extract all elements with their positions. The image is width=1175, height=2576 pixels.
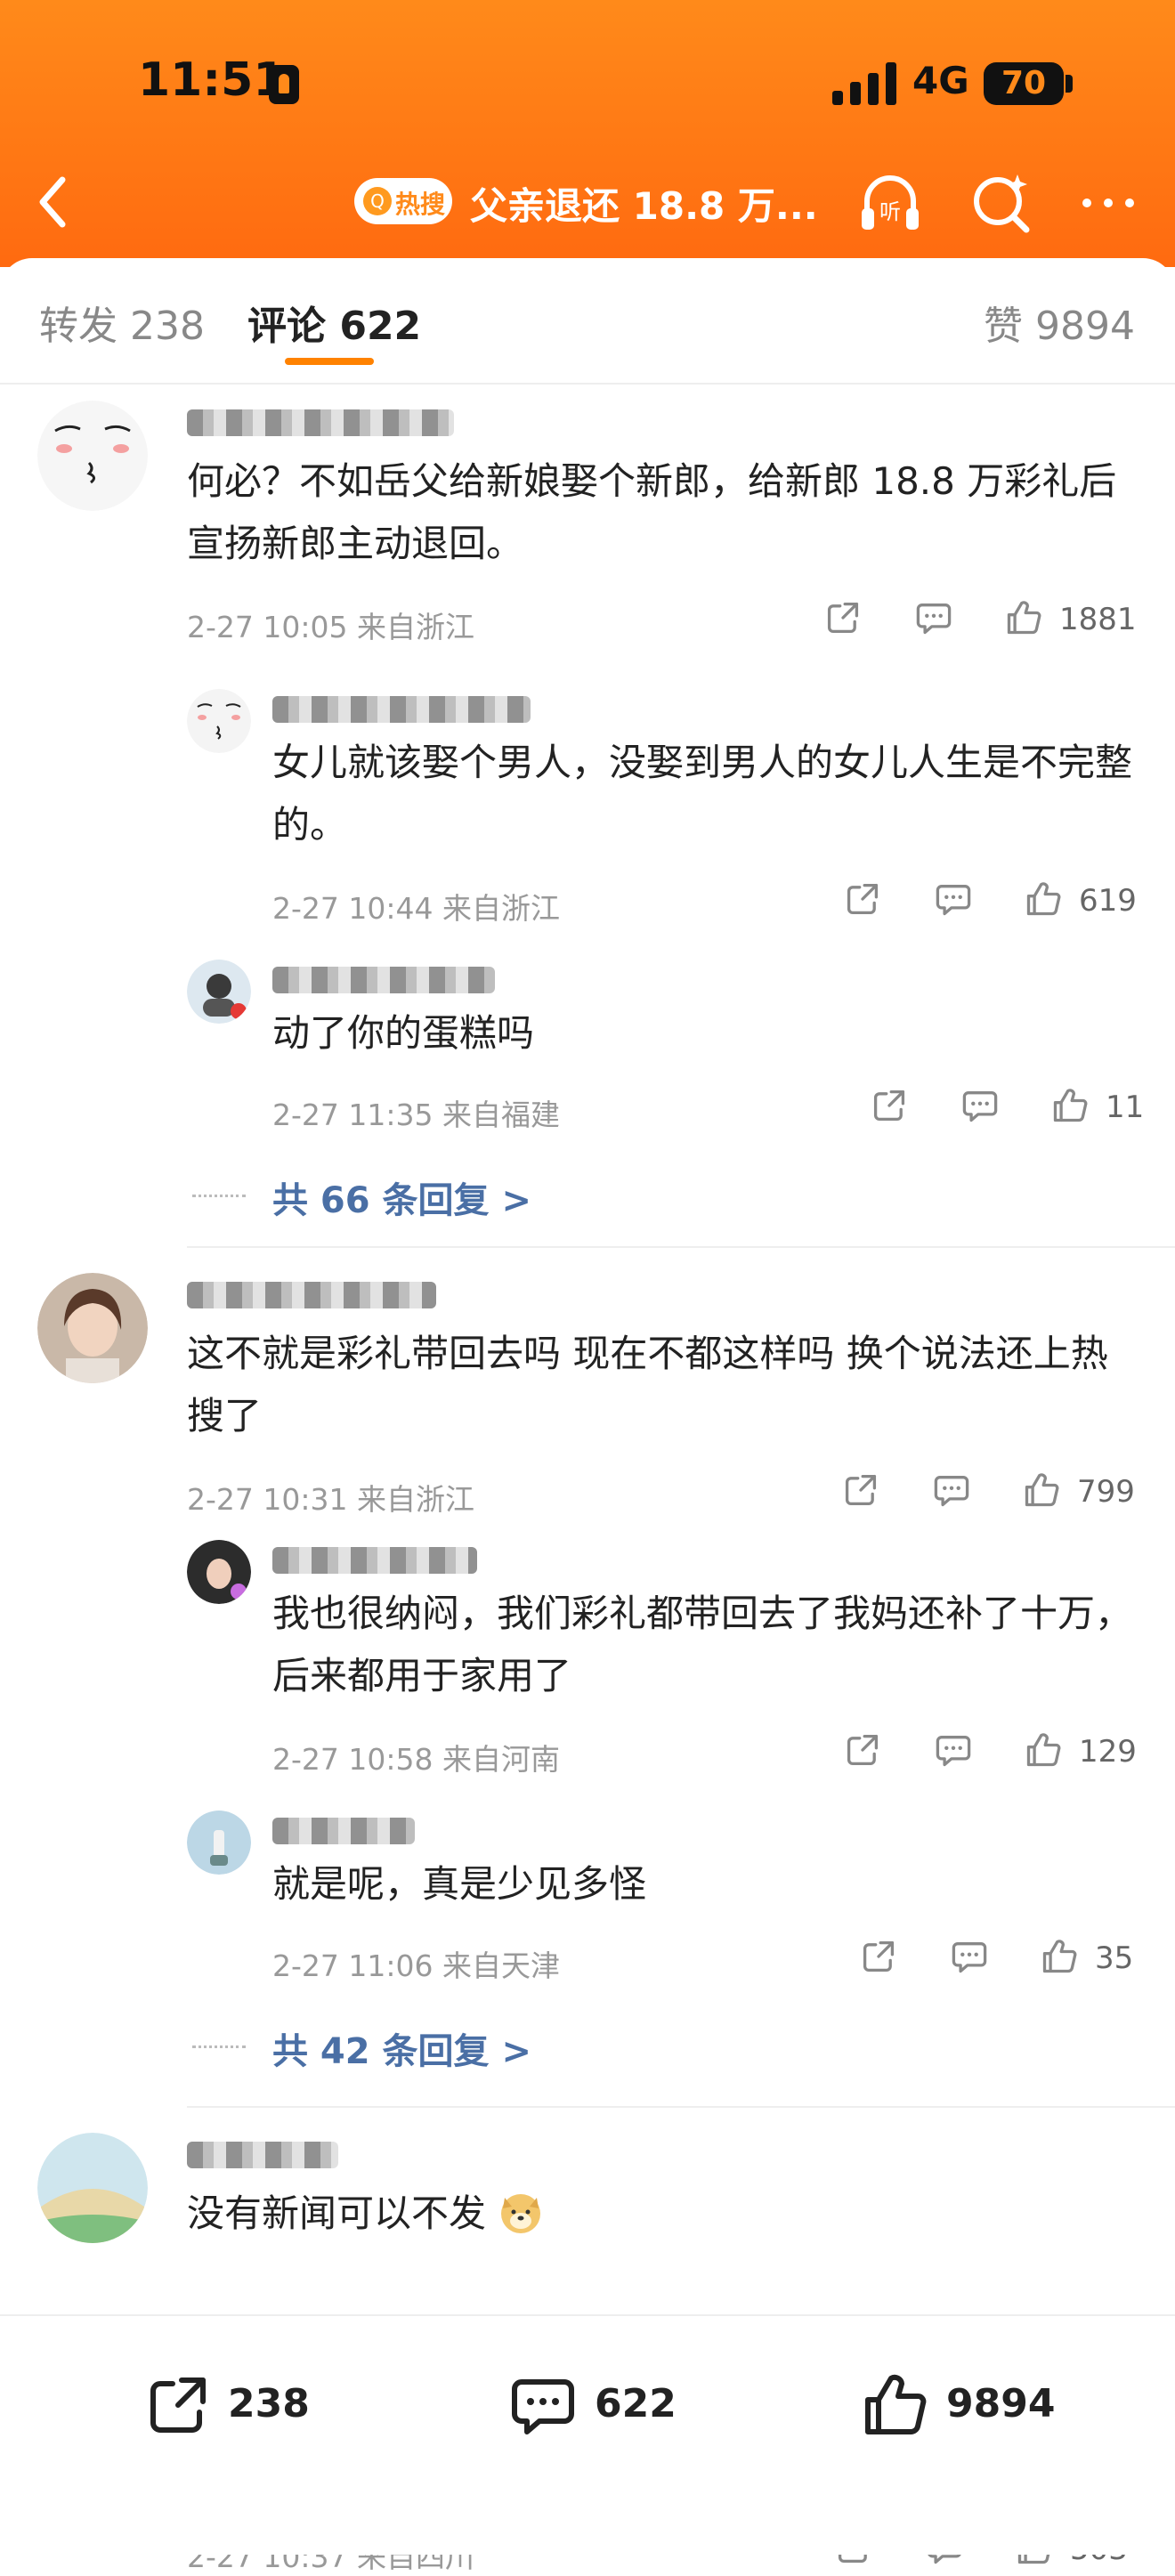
listen-icon[interactable]: 听 bbox=[855, 167, 926, 239]
avatar[interactable] bbox=[37, 401, 148, 511]
reply-username[interactable] bbox=[272, 696, 531, 723]
more-replies-link[interactable]: 共 42 条回复 > bbox=[272, 2022, 531, 2074]
comment-text: 何必？不如岳父给新娘娶个新郎，给新郎 18.8 万彩礼后宣扬新郎主动退回。 bbox=[187, 459, 1117, 565]
orientation-lock-icon bbox=[269, 65, 299, 104]
comment-text: 没有新闻可以不发 bbox=[187, 2183, 1139, 2245]
reply-text: 我也很纳闷，我们彩礼都带回去了我妈还补了十万，后来都用于家用了 bbox=[272, 1592, 1133, 1697]
comment-count: 622 bbox=[595, 2381, 677, 2426]
tab-comments[interactable]: 评论 622 bbox=[247, 294, 421, 351]
active-tab-indicator bbox=[285, 358, 374, 365]
reply-avatar[interactable] bbox=[187, 960, 251, 1024]
reply-text: 女儿就该娶个男人，没娶到男人的女儿人生是不完整的。 bbox=[272, 741, 1133, 847]
tab-likes[interactable]: 赞 9894 bbox=[984, 294, 1135, 351]
share-icon bbox=[142, 2369, 214, 2441]
comment-icon[interactable] bbox=[932, 1470, 971, 1510]
like-icon[interactable] bbox=[1040, 1937, 1079, 1976]
like-count: 35 bbox=[1095, 1940, 1134, 1976]
share-icon[interactable] bbox=[823, 598, 863, 637]
reply-username[interactable] bbox=[272, 1547, 477, 1574]
reply-meta: 2-27 11:06 来自天津 bbox=[272, 1948, 560, 1983]
content-panel: 转发 238 评论 622 赞 9894 何必？不如岳父给新娘娶个新郎，给新郎 … bbox=[0, 258, 1175, 2574]
divider bbox=[187, 1246, 1175, 1248]
like-count: 619 bbox=[1079, 883, 1137, 919]
comment-text: 这不就是彩礼带回去吗 现在不都这样吗 换个说法还上热搜了 bbox=[187, 1332, 1108, 1438]
comment-icon[interactable] bbox=[950, 1937, 989, 1976]
reply-meta: 2-27 11:35 来自福建 bbox=[272, 1098, 560, 1132]
reply-avatar[interactable] bbox=[187, 1810, 251, 1875]
reply-avatar[interactable] bbox=[187, 689, 251, 753]
repost-button[interactable]: 238 bbox=[142, 2365, 320, 2445]
network-type: 4G bbox=[912, 59, 969, 102]
like-icon bbox=[859, 2369, 930, 2441]
like-count: 799 bbox=[1077, 1474, 1135, 1510]
like-count: 9894 bbox=[946, 2381, 1056, 2426]
reply-avatar[interactable] bbox=[187, 1540, 251, 1604]
status-time: 11:51 bbox=[138, 53, 286, 107]
comment-icon[interactable] bbox=[960, 1086, 1000, 1125]
like-icon[interactable] bbox=[1022, 1470, 1061, 1510]
comment-icon[interactable] bbox=[914, 598, 953, 637]
search-icon: Q bbox=[363, 187, 392, 215]
signal-icon bbox=[832, 62, 898, 105]
comment-meta: 2-27 10:05 来自浙江 bbox=[187, 610, 474, 644]
username[interactable] bbox=[187, 1282, 436, 1308]
username[interactable] bbox=[187, 2142, 338, 2168]
reply-text: 就是呢，真是少见多怪 bbox=[272, 1862, 647, 1906]
search-icon[interactable] bbox=[966, 167, 1037, 239]
like-icon[interactable] bbox=[1024, 1730, 1063, 1770]
hot-badge-label: 热搜 bbox=[395, 190, 446, 219]
repost-count: 238 bbox=[228, 2381, 310, 2426]
comment-meta: 2-27 10:31 来自浙江 bbox=[187, 1482, 474, 1517]
share-icon[interactable] bbox=[859, 1937, 898, 1976]
back-icon[interactable] bbox=[27, 171, 80, 233]
battery-icon: 70 bbox=[984, 62, 1064, 105]
comment-icon[interactable] bbox=[934, 879, 973, 919]
like-count: 11 bbox=[1106, 1090, 1145, 1125]
comment-icon[interactable] bbox=[934, 1730, 973, 1770]
comment-button[interactable]: 622 bbox=[507, 2365, 703, 2445]
tab-repost[interactable]: 转发 238 bbox=[39, 294, 205, 351]
more-icon[interactable] bbox=[1073, 167, 1144, 239]
share-icon[interactable] bbox=[843, 1730, 882, 1770]
share-icon[interactable] bbox=[870, 1086, 909, 1125]
status-bar: 11:51 4G 70 bbox=[0, 0, 1175, 160]
doge-emoji-icon bbox=[501, 2194, 541, 2233]
reply-username[interactable] bbox=[272, 1818, 415, 1844]
like-count: 129 bbox=[1079, 1734, 1137, 1770]
reply-text: 动了你的蛋糕吗 bbox=[272, 1011, 535, 1055]
comment-icon bbox=[507, 2369, 579, 2441]
like-icon[interactable] bbox=[1004, 598, 1043, 637]
share-icon[interactable] bbox=[843, 879, 882, 919]
page-title[interactable]: 父亲退还 18.8 万... bbox=[470, 176, 818, 231]
bottom-action-bar: 238 622 9894 bbox=[0, 2314, 1175, 2555]
divider bbox=[187, 2106, 1175, 2108]
like-icon[interactable] bbox=[1024, 879, 1063, 919]
reply-meta: 2-27 10:58 来自河南 bbox=[272, 1742, 560, 1777]
tab-bar: 转发 238 评论 622 赞 9894 bbox=[0, 258, 1175, 385]
hot-search-badge[interactable]: Q 热搜 bbox=[354, 178, 452, 224]
share-icon[interactable] bbox=[841, 1470, 880, 1510]
reply-username[interactable] bbox=[272, 967, 495, 993]
svg-text:听: 听 bbox=[879, 199, 901, 224]
like-button[interactable]: 9894 bbox=[859, 2365, 1073, 2445]
header: 11:51 4G 70 Q 热搜 父亲退还 18.8 万... 听 bbox=[0, 0, 1175, 267]
like-icon[interactable] bbox=[1050, 1086, 1090, 1125]
avatar[interactable] bbox=[37, 2133, 148, 2243]
like-count: 1881 bbox=[1059, 602, 1137, 637]
username[interactable] bbox=[187, 409, 454, 436]
nav-bar: Q 热搜 父亲退还 18.8 万... 听 bbox=[0, 160, 1175, 249]
avatar[interactable] bbox=[37, 1273, 148, 1383]
reply-meta: 2-27 10:44 来自浙江 bbox=[272, 891, 560, 926]
more-replies-link[interactable]: 共 66 条回复 > bbox=[272, 1171, 531, 1223]
